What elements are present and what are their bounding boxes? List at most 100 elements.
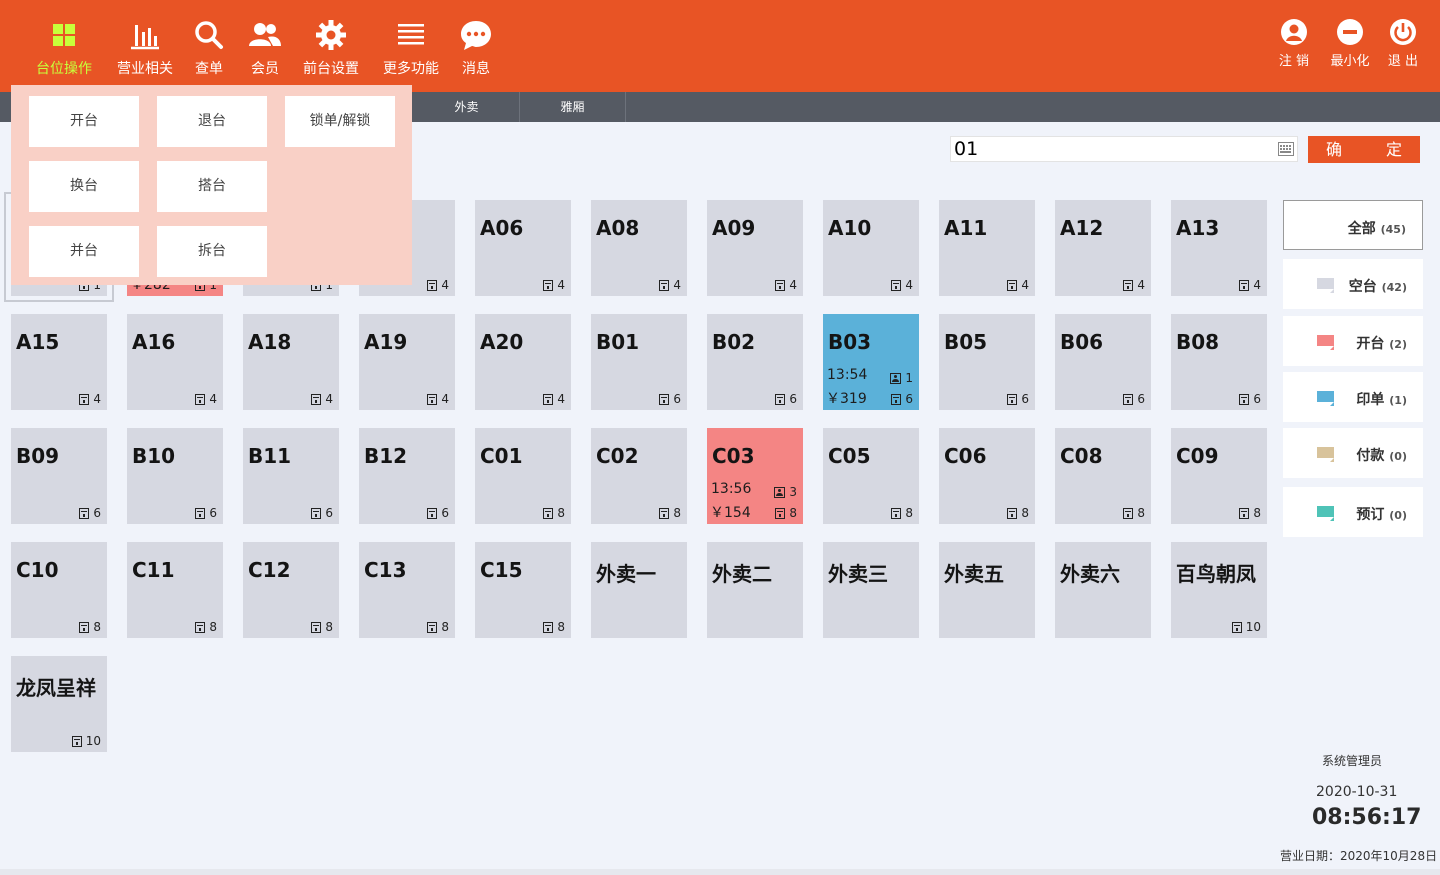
seat-count: 8 xyxy=(557,506,565,520)
status-count: (0) xyxy=(1389,509,1407,522)
status-filter[interactable]: 付款 (0) xyxy=(1283,428,1423,478)
table-tile[interactable]: B08 6 xyxy=(1171,314,1267,410)
cancel-table-button[interactable]: 退台 xyxy=(157,96,267,147)
seat-icon xyxy=(79,393,90,405)
table-seats: 4 xyxy=(195,392,217,406)
nav-label: 消息 xyxy=(462,61,490,77)
table-tile[interactable]: A11 4 xyxy=(939,200,1035,296)
status-filter[interactable]: 开台 (2) xyxy=(1283,316,1423,366)
table-tile[interactable]: A13 4 xyxy=(1171,200,1267,296)
table-name: A20 xyxy=(480,330,524,354)
table-tile[interactable]: C13 8 xyxy=(359,542,455,638)
nav-table-operations[interactable]: 台位操作 xyxy=(32,18,96,78)
table-seats: 10 xyxy=(1231,620,1261,634)
nav-order-lookup[interactable]: 查单 xyxy=(190,18,228,78)
status-filter[interactable]: 预订 (0) xyxy=(1283,487,1423,537)
seat-count: 4 xyxy=(1137,278,1145,292)
table-tile[interactable]: C12 8 xyxy=(243,542,339,638)
table-seats: 8 xyxy=(1239,506,1261,520)
table-tile[interactable]: C11 8 xyxy=(127,542,223,638)
table-search-box xyxy=(950,136,1298,162)
seat-count: 4 xyxy=(441,278,449,292)
nav-business[interactable]: 营业相关 xyxy=(114,18,176,78)
table-seats: 4 xyxy=(1239,278,1261,292)
status-filter[interactable]: 全部 (45) xyxy=(1283,200,1423,250)
status-count: (1) xyxy=(1389,394,1407,407)
table-tile[interactable]: C15 8 xyxy=(475,542,571,638)
keyboard-icon[interactable] xyxy=(1278,142,1294,156)
table-search-input[interactable] xyxy=(951,137,1271,161)
table-tile[interactable]: A08 4 xyxy=(591,200,687,296)
share-table-button[interactable]: 搭台 xyxy=(157,161,267,212)
table-tile[interactable]: B09 6 xyxy=(11,428,107,524)
merge-table-button[interactable]: 并台 xyxy=(29,226,139,277)
table-tile[interactable]: A10 4 xyxy=(823,200,919,296)
table-operations-menu: 开台 退台 锁单/解锁 换台 搭台 并台 拆台 xyxy=(11,85,412,285)
table-tile[interactable]: A15 4 xyxy=(11,314,107,410)
table-tile[interactable]: A16 4 xyxy=(127,314,223,410)
guest-count: 3 xyxy=(789,485,797,499)
logout-button[interactable]: 注 销 xyxy=(1277,18,1311,69)
table-tile[interactable]: C10 8 xyxy=(11,542,107,638)
table-tile[interactable]: A12 4 xyxy=(1055,200,1151,296)
table-tile[interactable]: C02 8 xyxy=(591,428,687,524)
table-tile[interactable]: B06 6 xyxy=(1055,314,1151,410)
table-tile[interactable]: B05 6 xyxy=(939,314,1035,410)
table-tile[interactable]: 外卖三 xyxy=(823,542,919,638)
table-tile[interactable]: 外卖五 xyxy=(939,542,1035,638)
seat-count: 6 xyxy=(441,506,449,520)
status-name: 开台 xyxy=(1356,336,1385,352)
table-name: 龙凤呈祥 xyxy=(16,676,96,700)
table-tile[interactable]: A18 4 xyxy=(243,314,339,410)
lock-unlock-button[interactable]: 锁单/解锁 xyxy=(285,96,395,147)
table-tile[interactable]: B12 6 xyxy=(359,428,455,524)
status-swatch xyxy=(1317,278,1334,293)
table-tile[interactable]: A09 4 xyxy=(707,200,803,296)
nav-messages[interactable]: 消息 xyxy=(457,18,495,78)
table-name: A13 xyxy=(1176,216,1220,240)
table-tile[interactable]: C06 8 xyxy=(939,428,1035,524)
seat-icon xyxy=(891,279,902,291)
table-name: B03 xyxy=(828,330,872,354)
seat-count: 8 xyxy=(1137,506,1145,520)
tab-private-room[interactable]: 雅厢 xyxy=(520,92,626,122)
table-tile[interactable]: B03 6 13:54 ￥319 1 xyxy=(823,314,919,410)
nav-front-settings[interactable]: 前台设置 xyxy=(300,18,362,78)
nav-more-functions[interactable]: 更多功能 xyxy=(380,18,442,78)
table-tile[interactable]: A06 4 xyxy=(475,200,571,296)
minimize-button[interactable]: 最小化 xyxy=(1328,18,1372,69)
table-tile[interactable]: C05 8 xyxy=(823,428,919,524)
seat-count: 8 xyxy=(441,620,449,634)
nav-members[interactable]: 会员 xyxy=(246,18,284,78)
table-tile[interactable]: C09 8 xyxy=(1171,428,1267,524)
table-tile[interactable]: 百鸟朝凤 10 xyxy=(1171,542,1267,638)
table-tile[interactable]: B11 6 xyxy=(243,428,339,524)
table-tile[interactable]: B10 6 xyxy=(127,428,223,524)
table-seats: 4 xyxy=(891,278,913,292)
status-filter[interactable]: 空台 (42) xyxy=(1283,259,1423,309)
table-tile[interactable]: B02 6 xyxy=(707,314,803,410)
status-name: 空台 xyxy=(1348,279,1377,295)
open-table-button[interactable]: 开台 xyxy=(29,96,139,147)
tab-takeout[interactable]: 外卖 xyxy=(414,92,520,122)
table-tile[interactable]: 龙凤呈祥 10 xyxy=(11,656,107,752)
split-table-button[interactable]: 拆台 xyxy=(157,226,267,277)
table-tile[interactable]: C01 8 xyxy=(475,428,571,524)
status-swatch xyxy=(1317,447,1334,462)
table-tile[interactable]: C03 8 13:56 ￥154 3 xyxy=(707,428,803,524)
table-tile[interactable]: 外卖一 xyxy=(591,542,687,638)
confirm-button[interactable]: 确 定 xyxy=(1308,136,1420,163)
seat-icon xyxy=(195,507,206,519)
change-table-button[interactable]: 换台 xyxy=(29,161,139,212)
seat-count: 8 xyxy=(789,506,797,520)
table-name: C02 xyxy=(596,444,639,468)
table-tile[interactable]: B01 6 xyxy=(591,314,687,410)
table-tile[interactable]: A19 4 xyxy=(359,314,455,410)
exit-button[interactable]: 退 出 xyxy=(1386,18,1420,69)
status-filter[interactable]: 印单 (1) xyxy=(1283,372,1423,422)
seat-icon xyxy=(427,279,438,291)
table-tile[interactable]: A20 4 xyxy=(475,314,571,410)
table-tile[interactable]: 外卖二 xyxy=(707,542,803,638)
table-tile[interactable]: C08 8 xyxy=(1055,428,1151,524)
table-tile[interactable]: 外卖六 xyxy=(1055,542,1151,638)
